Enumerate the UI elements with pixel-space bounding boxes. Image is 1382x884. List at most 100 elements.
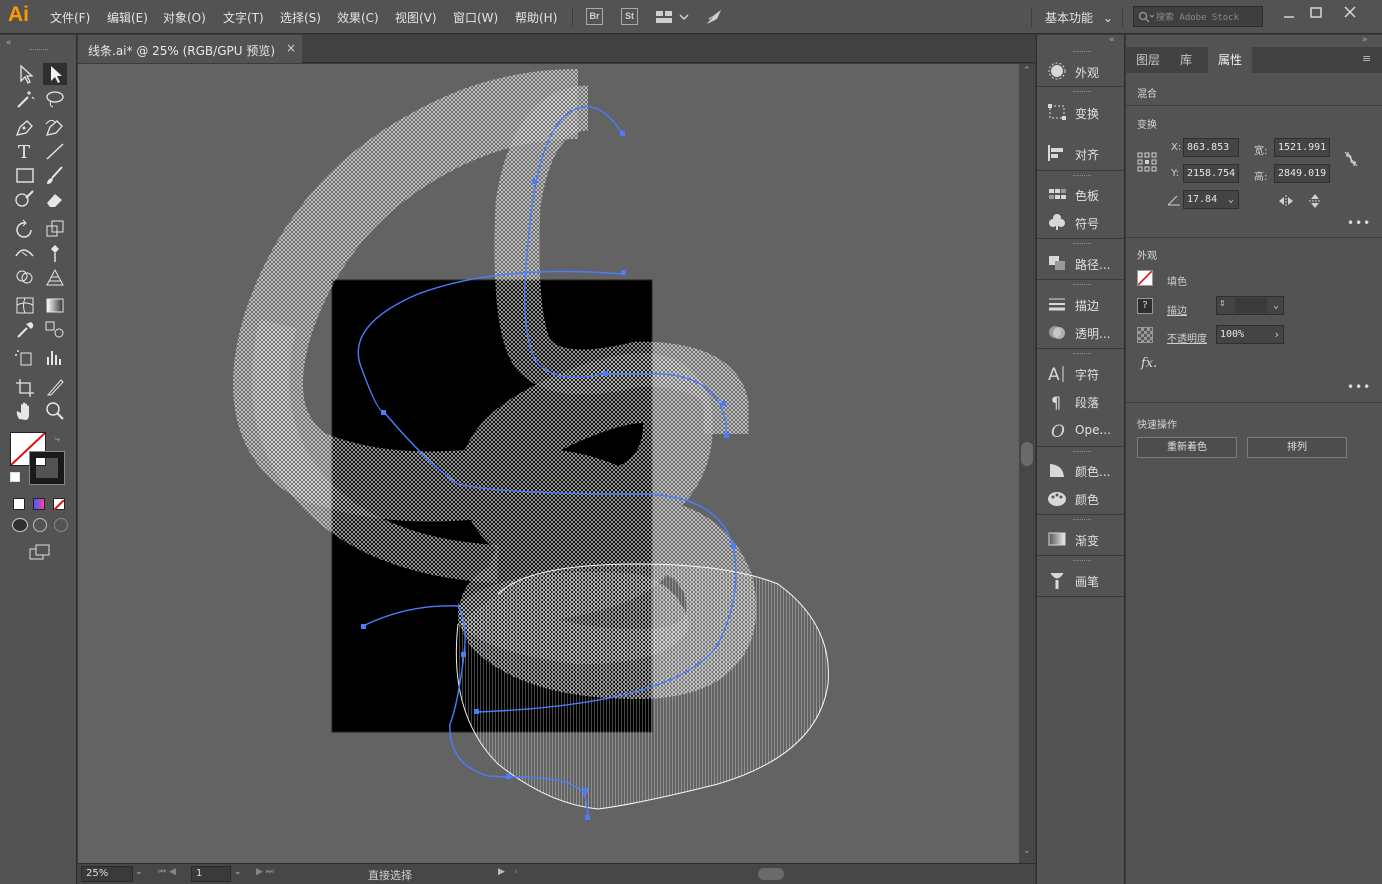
appearance-more-options-icon[interactable]: •••: [1347, 380, 1371, 394]
eyedropper-tool-icon[interactable]: [13, 318, 37, 340]
panel-stroke[interactable]: 描边: [1037, 291, 1125, 317]
line-segment-tool-icon[interactable]: [43, 140, 67, 162]
magic-wand-tool-icon[interactable]: [13, 88, 37, 110]
none-mode-icon[interactable]: [53, 498, 65, 511]
panel-transparency[interactable]: 透明...: [1037, 319, 1125, 345]
stock-button[interactable]: St: [621, 8, 638, 25]
lasso-tool-icon[interactable]: [43, 88, 67, 110]
scale-tool-icon[interactable]: [43, 218, 67, 240]
opacity-input[interactable]: 100% ›: [1216, 325, 1284, 344]
panel-color[interactable]: 颜色: [1037, 485, 1125, 511]
recolor-button[interactable]: 重新着色: [1137, 437, 1237, 458]
angle-input[interactable]: 17.84 ⌄: [1183, 190, 1239, 209]
bridge-button[interactable]: Br: [586, 8, 603, 25]
menu-object[interactable]: 对象(O): [163, 9, 206, 26]
document-tab[interactable]: 线条.ai* @ 25% (RGB/GPU 预览) ×: [78, 35, 302, 63]
panel-color-guide[interactable]: 颜色...: [1037, 457, 1125, 483]
opacity-chevron-right-icon[interactable]: ›: [1273, 326, 1280, 343]
menu-effect[interactable]: 效果(C): [337, 9, 379, 26]
menu-view[interactable]: 视图(V): [395, 9, 437, 26]
artboard-field[interactable]: 1: [191, 866, 231, 882]
stepper-icon[interactable]: ⇕: [1219, 294, 1226, 311]
constrain-proportions-icon[interactable]: [1343, 150, 1359, 168]
flip-horizontal-icon[interactable]: [1278, 194, 1294, 208]
perspective-grid-tool-icon[interactable]: [43, 266, 67, 288]
expand-panels-icon[interactable]: «: [1109, 35, 1115, 45]
opacity-label[interactable]: 不透明度: [1167, 330, 1207, 345]
mesh-tool-icon[interactable]: [13, 294, 37, 316]
slice-tool-icon[interactable]: [43, 376, 67, 398]
panel-brushes[interactable]: 画笔: [1037, 567, 1125, 593]
close-tab-icon[interactable]: ×: [286, 41, 296, 55]
curvature-tool-icon[interactable]: [43, 116, 67, 138]
scroll-thumb[interactable]: [1021, 442, 1033, 466]
zoom-tool-icon[interactable]: [43, 400, 67, 422]
collapse-panel-icon[interactable]: »: [1362, 35, 1368, 45]
artboard-chevron-down-icon[interactable]: ⌄: [234, 867, 242, 877]
draw-behind-icon[interactable]: [33, 518, 47, 532]
flip-vertical-icon[interactable]: [1308, 193, 1322, 209]
gradient-mode-icon[interactable]: [33, 498, 45, 510]
tab-layers[interactable]: 图层: [1126, 47, 1170, 73]
panel-menu-icon[interactable]: ≡: [1362, 52, 1371, 65]
close-icon[interactable]: [1340, 4, 1360, 22]
first-artboard-icon[interactable]: ⏮ ◀: [158, 867, 176, 877]
panel-opentype[interactable]: O Ope...: [1037, 417, 1125, 443]
stroke-weight-value[interactable]: [1235, 298, 1267, 313]
menu-edit[interactable]: 编辑(E): [107, 9, 148, 26]
panel-pathfinder[interactable]: 路径...: [1037, 250, 1125, 276]
gradient-tool-icon[interactable]: [43, 294, 67, 316]
gpu-performance-icon[interactable]: [704, 7, 724, 30]
width-input[interactable]: 1521.991: [1274, 138, 1330, 157]
paintbrush-tool-icon[interactable]: [43, 164, 67, 186]
stock-search-input[interactable]: 搜索 Adobe Stock: [1133, 6, 1263, 27]
panel-grip[interactable]: [30, 49, 48, 51]
shape-builder-tool-icon[interactable]: [13, 266, 37, 288]
hand-tool-icon[interactable]: [13, 400, 37, 422]
column-graph-tool-icon[interactable]: [43, 346, 67, 368]
menu-select[interactable]: 选择(S): [280, 9, 321, 26]
zoom-field[interactable]: 25%: [81, 866, 133, 882]
panel-appearance[interactable]: 外观: [1037, 58, 1125, 84]
menu-file[interactable]: 文件(F): [50, 9, 90, 26]
angle-chevron-down-icon[interactable]: ⌄: [1228, 191, 1234, 208]
menu-help[interactable]: 帮助(H): [515, 9, 557, 26]
screen-mode-icon[interactable]: [29, 544, 51, 563]
tab-libraries[interactable]: 库: [1170, 47, 1202, 73]
status-menu-icon[interactable]: ▶: [498, 867, 505, 877]
scroll-down-icon[interactable]: ⌄: [1023, 846, 1031, 856]
workspace-switcher[interactable]: 基本功能 ⌄: [1045, 9, 1113, 26]
puppet-warp-tool-icon[interactable]: [43, 242, 67, 264]
rotate-tool-icon[interactable]: [13, 218, 37, 240]
scroll-up-icon[interactable]: ⌃: [1023, 66, 1031, 76]
panel-gradient[interactable]: 渐变: [1037, 526, 1125, 552]
width-tool-icon[interactable]: [13, 242, 37, 264]
stroke-label[interactable]: 描边: [1167, 302, 1187, 317]
stroke-swatch[interactable]: [29, 451, 65, 485]
menu-window[interactable]: 窗口(W): [453, 9, 498, 26]
panel-align[interactable]: 对齐: [1037, 140, 1125, 166]
panel-transform[interactable]: 变换: [1037, 99, 1125, 125]
artboard-tool-icon[interactable]: [13, 376, 37, 398]
menu-type[interactable]: 文字(T): [223, 9, 264, 26]
type-tool-icon[interactable]: T: [13, 140, 37, 163]
selection-tool-icon[interactable]: [13, 63, 37, 85]
eraser-tool-icon[interactable]: [43, 188, 67, 210]
stroke-chevron-down-icon[interactable]: ⌄: [1273, 297, 1279, 314]
restore-icon[interactable]: [1306, 4, 1326, 22]
shaper-tool-icon[interactable]: [13, 188, 37, 210]
rectangle-tool-icon[interactable]: [13, 164, 37, 186]
swap-fill-stroke-icon[interactable]: ⤷: [54, 432, 60, 446]
y-input[interactable]: 2158.754: [1183, 164, 1239, 183]
arrange-button[interactable]: 排列: [1247, 437, 1347, 458]
blend-tool-icon[interactable]: [43, 318, 67, 340]
canvas[interactable]: [78, 64, 1019, 863]
more-options-icon[interactable]: •••: [1347, 216, 1371, 230]
minimize-icon[interactable]: [1279, 4, 1299, 22]
panel-swatches[interactable]: 色板: [1037, 181, 1125, 207]
stroke-weight-input[interactable]: ⇕ ⌄: [1216, 296, 1284, 315]
collapse-toolbar-icon[interactable]: «: [6, 38, 12, 48]
panel-character[interactable]: A 字符: [1037, 360, 1125, 386]
stroke-color-swatch[interactable]: ?: [1137, 298, 1153, 314]
fill-color-swatch[interactable]: [1137, 270, 1153, 286]
